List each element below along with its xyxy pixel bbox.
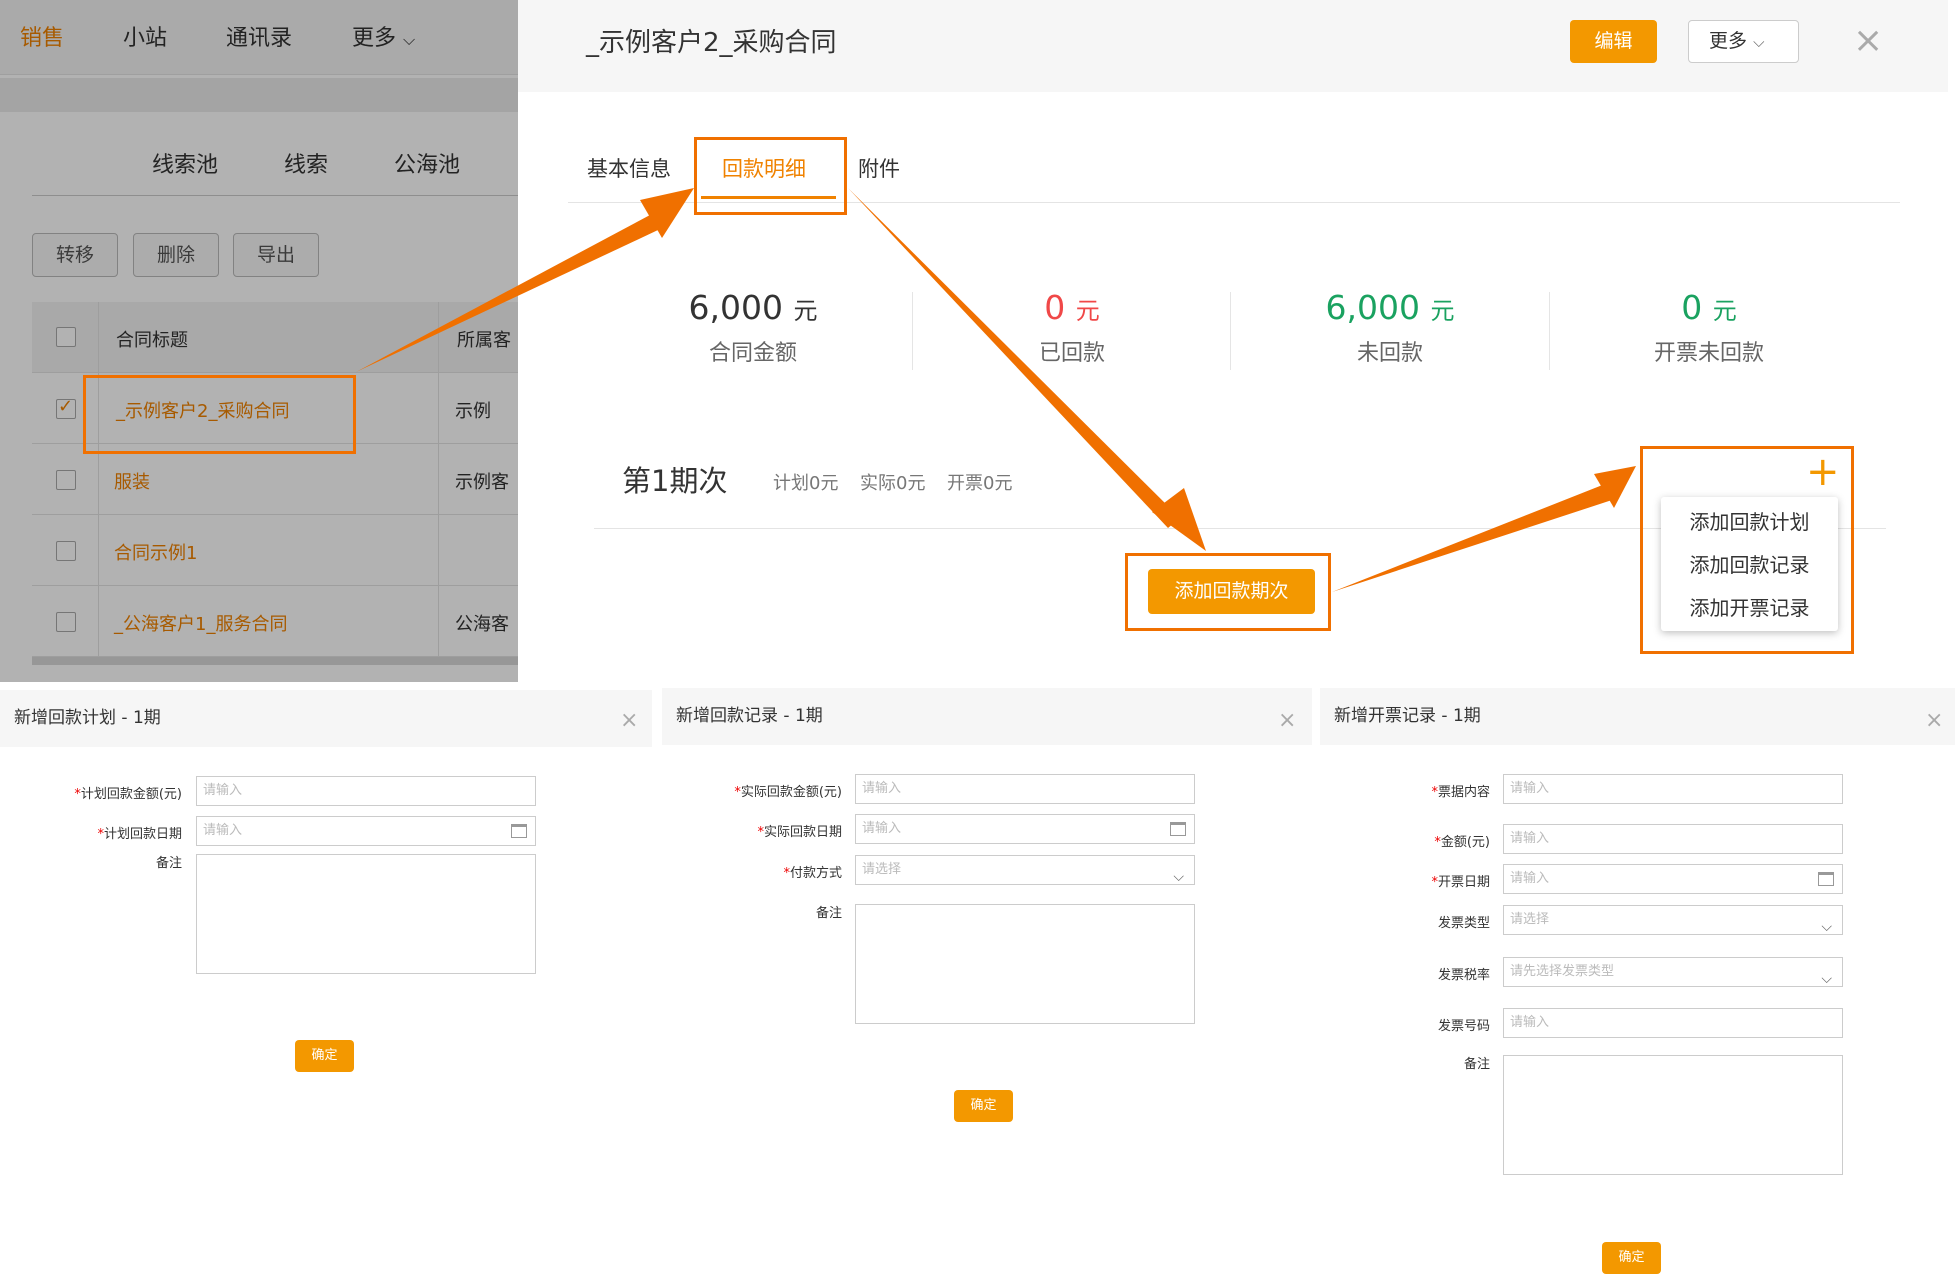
confirm-button[interactable]: 确定 xyxy=(1602,1242,1661,1274)
amount-label-text: 实际回款金额(元) xyxy=(740,785,842,800)
stat-received: 0 元 已回款 xyxy=(913,288,1231,367)
modal-title: _示例客户2_采购合同 xyxy=(586,28,837,58)
stat-unit: 元 xyxy=(793,297,818,325)
form-title: 新增开票记录 - 1期 xyxy=(1320,688,1955,745)
highlight-payment-tab xyxy=(694,137,847,215)
remark-textarea[interactable] xyxy=(855,904,1195,1024)
period-title: 第1期次 xyxy=(622,464,728,498)
number-input[interactable]: 请输入 xyxy=(1503,1008,1843,1038)
date-placeholder: 请输入 xyxy=(1510,871,1550,886)
confirm-button[interactable]: 确定 xyxy=(295,1040,354,1072)
date-placeholder: 请输入 xyxy=(203,823,243,838)
stat-unit: 元 xyxy=(1075,297,1100,325)
date-input[interactable]: 请输入 xyxy=(855,814,1195,844)
form-title: 新增回款计划 - 1期 xyxy=(0,690,652,747)
calendar-icon[interactable] xyxy=(1818,872,1834,886)
remark-textarea[interactable] xyxy=(196,854,536,974)
stat-invoiced-unreceived: 0 元 开票未回款 xyxy=(1550,288,1868,367)
period-plan: 计划0元 xyxy=(773,473,839,494)
close-icon[interactable]: × xyxy=(620,708,638,733)
stat-value: 6,000 xyxy=(1325,288,1420,327)
amount-label-text: 计划回款金额(元) xyxy=(80,787,182,802)
date-label-text: 实际回款日期 xyxy=(763,825,842,840)
more-label: 更多 xyxy=(1709,30,1748,52)
date-input[interactable]: 请输入 xyxy=(196,816,536,846)
type-placeholder: 请选择 xyxy=(1510,912,1550,927)
form-title: 新增回款记录 - 1期 xyxy=(662,688,1312,745)
modal-header: _示例客户2_采购合同 编辑 更多 ⌵ × xyxy=(518,0,1948,92)
amount-label-text: 金额(元) xyxy=(1440,835,1490,850)
modal-overlay xyxy=(0,0,518,682)
rate-placeholder: 请先选择发票类型 xyxy=(1510,964,1615,979)
stat-label: 合同金额 xyxy=(708,341,797,366)
date-label: *实际回款日期 xyxy=(757,825,842,840)
type-select[interactable]: 请选择 ⌵ xyxy=(1503,905,1843,935)
method-placeholder: 请选择 xyxy=(862,862,902,877)
method-label-text: 付款方式 xyxy=(789,866,842,881)
tab-attachment[interactable]: 附件 xyxy=(858,153,900,183)
date-label: *开票日期 xyxy=(1431,875,1490,890)
amount-input[interactable]: 请输入 xyxy=(855,774,1195,804)
remark-label: 备注 xyxy=(155,856,182,871)
method-label: *付款方式 xyxy=(783,866,842,881)
chevron-down-icon: ⌵ xyxy=(1821,919,1832,935)
period-invoice: 开票0元 xyxy=(947,473,1013,494)
stat-label: 未回款 xyxy=(1356,341,1423,366)
number-label: 发票号码 xyxy=(1437,1019,1490,1034)
stat-unit: 元 xyxy=(1712,297,1737,325)
remark-label: 备注 xyxy=(1463,1057,1490,1072)
date-label-text: 计划回款日期 xyxy=(103,827,182,842)
invoice-record-form: 新增开票记录 - 1期 × *票据内容 请输入 *金额(元) 请输入 *开票日期… xyxy=(1320,688,1955,1285)
edit-button[interactable]: 编辑 xyxy=(1570,20,1657,63)
calendar-icon[interactable] xyxy=(511,824,527,838)
chevron-down-icon: ⌵ xyxy=(1821,971,1832,987)
stat-label: 开票未回款 xyxy=(1653,341,1764,366)
rate-select[interactable]: 请先选择发票类型 ⌵ xyxy=(1503,957,1843,987)
stat-value: 6,000 xyxy=(688,288,783,327)
close-icon[interactable]: × xyxy=(1925,708,1943,733)
amount-input[interactable]: 请输入 xyxy=(1503,824,1843,854)
payment-record-form: 新增回款记录 - 1期 × *实际回款金额(元) 请输入 *实际回款日期 请输入… xyxy=(662,688,1312,1285)
stat-label: 已回款 xyxy=(1038,341,1105,366)
stat-contract-amount: 6,000 元 合同金额 xyxy=(594,288,912,367)
highlight-add-menu xyxy=(1640,446,1854,654)
highlight-add-period xyxy=(1125,553,1331,631)
tab-basic-info[interactable]: 基本信息 xyxy=(587,153,671,183)
chevron-down-icon: ⌵ xyxy=(1173,869,1184,885)
remark-textarea[interactable] xyxy=(1503,1055,1843,1175)
calendar-icon[interactable] xyxy=(1170,822,1186,836)
confirm-button[interactable]: 确定 xyxy=(954,1090,1013,1122)
more-dropdown-button[interactable]: 更多 ⌵ xyxy=(1688,20,1799,63)
highlight-contract-row xyxy=(83,375,356,454)
stat-unreceived: 6,000 元 未回款 xyxy=(1231,288,1549,367)
date-label: *计划回款日期 xyxy=(97,827,182,842)
date-label-text: 开票日期 xyxy=(1437,875,1490,890)
stat-unit: 元 xyxy=(1430,297,1455,325)
period-actual: 实际0元 xyxy=(860,473,926,494)
rate-label: 发票税率 xyxy=(1437,968,1490,983)
method-select[interactable]: 请选择 ⌵ xyxy=(855,855,1195,885)
amount-label: *计划回款金额(元) xyxy=(74,787,182,802)
stat-value: 0 xyxy=(1681,288,1703,327)
date-input[interactable]: 请输入 xyxy=(1503,864,1843,894)
close-icon[interactable]: × xyxy=(1278,708,1296,733)
payment-plan-form: 新增回款计划 - 1期 × *计划回款金额(元) 请输入 *计划回款日期 请输入… xyxy=(0,690,652,1285)
date-placeholder: 请输入 xyxy=(862,821,902,836)
content-input[interactable]: 请输入 xyxy=(1503,774,1843,804)
type-label: 发票类型 xyxy=(1437,916,1490,931)
remark-label: 备注 xyxy=(815,906,842,921)
amount-label: *金额(元) xyxy=(1434,835,1490,850)
content-label-text: 票据内容 xyxy=(1437,785,1490,800)
chevron-down-icon: ⌵ xyxy=(1753,33,1765,51)
content-label: *票据内容 xyxy=(1431,785,1490,800)
amount-label: *实际回款金额(元) xyxy=(734,785,842,800)
stat-value: 0 xyxy=(1044,288,1066,327)
amount-input[interactable]: 请输入 xyxy=(196,776,536,806)
close-icon[interactable]: × xyxy=(1853,20,1883,61)
